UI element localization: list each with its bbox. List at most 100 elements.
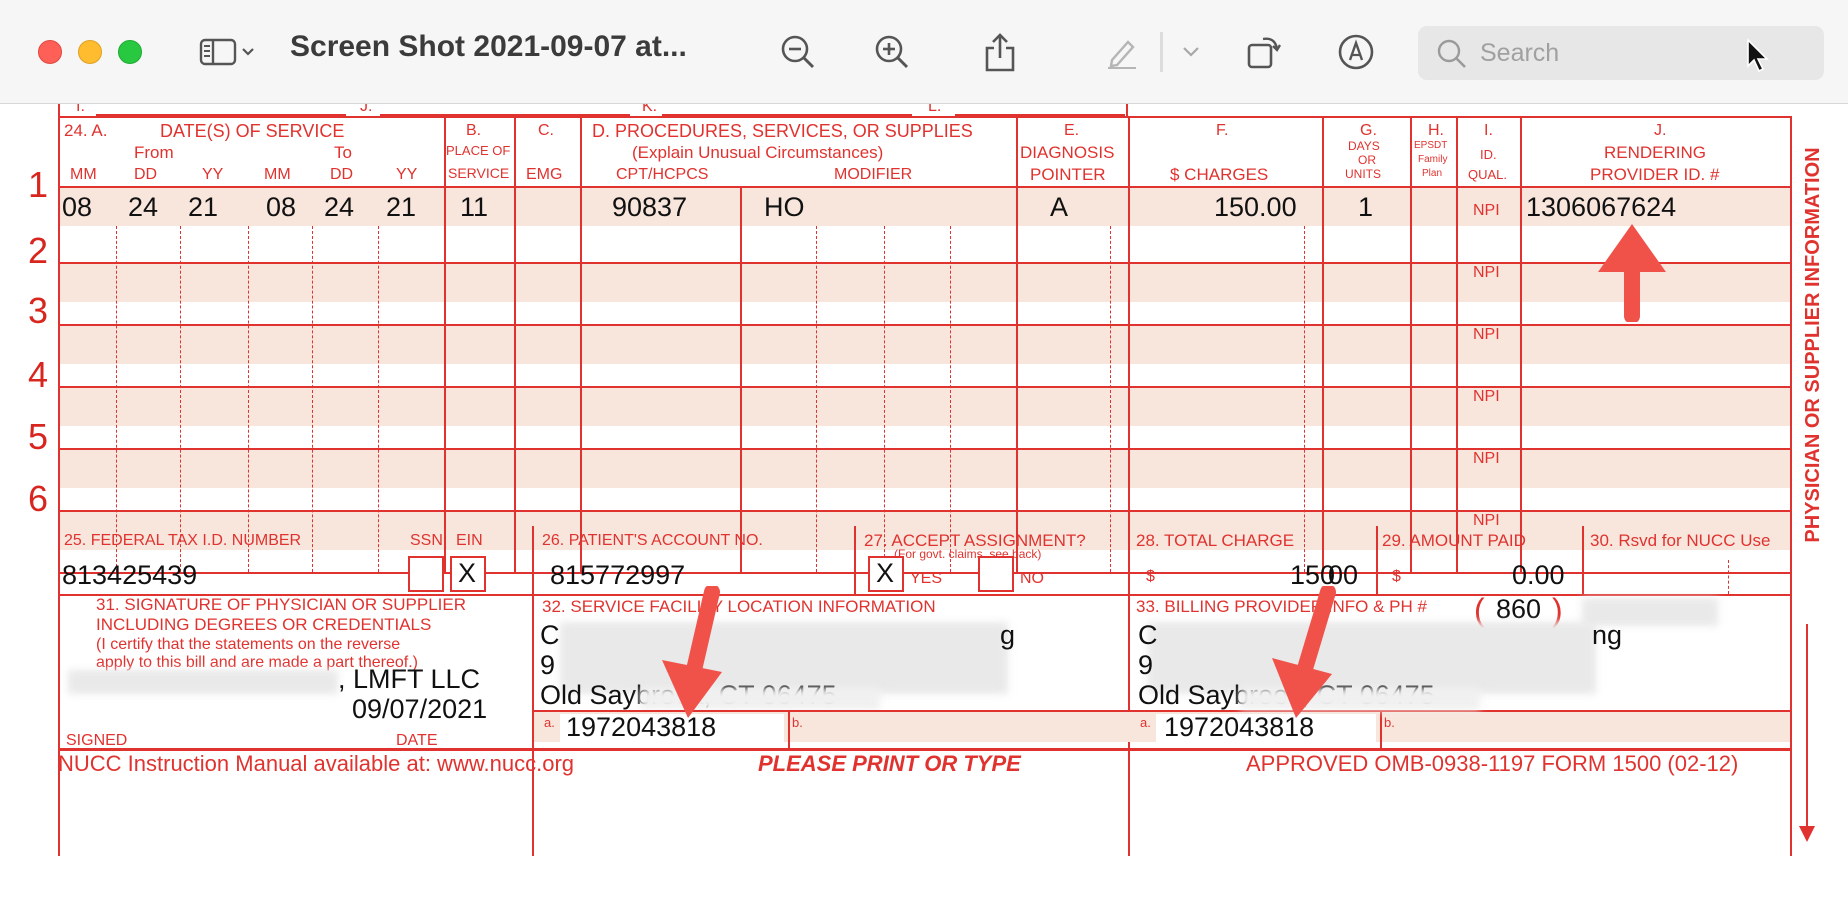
close-window-button[interactable]: [38, 40, 62, 64]
markup-icon: [1338, 34, 1374, 70]
footer-print: PLEASE PRINT OR TYPE: [758, 751, 1021, 776]
field31-label-1: 31. SIGNATURE OF PHYSICIAN OR SUPPLIER: [96, 595, 466, 614]
line1-modifier[interactable]: HO: [764, 192, 805, 223]
field31-label-3: (I certify that the statements on the re…: [96, 636, 401, 653]
zoom-out-button[interactable]: [776, 28, 820, 76]
line-number-3: 3: [28, 290, 49, 331]
col-i-sub1: ID.: [1480, 147, 1497, 162]
footer-approved: APPROVED OMB-0938-1197 FORM 1500 (02-12): [1246, 751, 1739, 776]
field-letter-i: I.: [76, 104, 85, 115]
col-c-sub: EMG: [526, 166, 563, 183]
field31-date-label: DATE: [396, 732, 438, 749]
col-h-sub2: Family: [1418, 154, 1448, 165]
footer-instruction: NUCC Instruction Manual available at: ww…: [58, 751, 575, 776]
line1-from-dd[interactable]: 24: [128, 192, 158, 223]
field29-label: 29. AMOUNT PAID: [1382, 531, 1526, 550]
zoom-in-icon: [875, 35, 909, 69]
col-mm-from: MM: [70, 166, 97, 183]
ssn-checkbox[interactable]: [408, 556, 444, 592]
line-number-2: 2: [28, 230, 49, 271]
field31-signed-label: SIGNED: [66, 732, 128, 749]
field28-label: 28. TOTAL CHARGE: [1136, 531, 1295, 550]
col-j-sub1: RENDERING: [1604, 143, 1707, 162]
side-arrow-icon: [1799, 826, 1815, 842]
col-cpt: CPT/HCPCS: [616, 166, 709, 183]
col-j: J.: [1654, 122, 1667, 139]
accept-yes-label: YES: [910, 570, 943, 587]
line1-units[interactable]: 1: [1358, 192, 1373, 223]
titlebar: Screen Shot 2021-09-07 at... Search: [0, 0, 1848, 104]
col-modifier: MODIFIER: [834, 166, 913, 183]
side-label: PHYSICIAN OR SUPPLIER INFORMATION: [1802, 147, 1824, 543]
ein-checkbox[interactable]: X: [450, 556, 486, 592]
line1-from-yy[interactable]: 21: [188, 192, 218, 223]
field25-value[interactable]: 813425439: [62, 560, 197, 591]
rotate-icon: [1247, 37, 1282, 69]
field-letter-j: J.: [360, 104, 373, 115]
col-b: B.: [466, 122, 482, 139]
minimize-window-button[interactable]: [78, 40, 102, 64]
field25-ein-label: EIN: [456, 532, 483, 549]
accept-no-label: NO: [1020, 570, 1044, 587]
field30-label: 30. Rsvd for NUCC Use: [1590, 531, 1771, 550]
field32-line1-end: g: [1000, 620, 1016, 650]
line-number-6: 6: [28, 478, 49, 519]
sidebar-toggle-button[interactable]: [196, 28, 260, 76]
line1-to-mm[interactable]: 08: [266, 192, 296, 223]
share-button[interactable]: [978, 28, 1022, 76]
line-5-shaded: [58, 448, 1790, 488]
col-e: E.: [1064, 122, 1080, 139]
field-letter-k: K.: [642, 104, 658, 115]
line1-place-of-service[interactable]: 11: [460, 192, 488, 223]
annotate-button[interactable]: [1334, 28, 1378, 76]
sidebar-icon: [199, 38, 254, 66]
line4-npi: NPI: [1473, 388, 1500, 405]
line1-from-mm[interactable]: 08: [62, 192, 92, 223]
annotation-arrow-billing-npi: [1272, 586, 1336, 718]
line1-qual: NPI: [1473, 202, 1500, 219]
line1-to-yy[interactable]: 21: [386, 192, 416, 223]
col-yy-to: YY: [396, 166, 418, 183]
line-number-5: 5: [28, 416, 49, 457]
col-g-sub3: UNITS: [1345, 167, 1381, 181]
field31-name[interactable]: , LMFT LLC: [338, 664, 480, 695]
line5-npi: NPI: [1473, 450, 1500, 467]
field26-label: 26. PATIENT'S ACCOUNT NO.: [542, 532, 763, 549]
line1-diagnosis-pointer[interactable]: A: [1050, 192, 1068, 223]
line-number-1: 1: [28, 164, 49, 205]
line3-npi: NPI: [1473, 326, 1500, 343]
line-4-shaded: [58, 386, 1790, 426]
zoom-window-button[interactable]: [118, 40, 142, 64]
field33b-label: b.: [1384, 715, 1395, 730]
preview-window: Screen Shot 2021-09-07 at... Search I. J…: [0, 0, 1848, 916]
col-24a-title: DATE(S) OF SERVICE: [160, 121, 345, 141]
accept-no-checkbox[interactable]: [978, 556, 1014, 592]
line-2-shaded: [58, 262, 1790, 302]
col-i: I.: [1484, 122, 1493, 139]
col-b-sub1: PLACE OF: [446, 143, 511, 158]
line2-npi: NPI: [1473, 264, 1500, 281]
field31-date[interactable]: 09/07/2021: [352, 694, 487, 725]
line1-cpt[interactable]: 90837: [612, 192, 687, 223]
zoom-in-button[interactable]: [870, 28, 914, 76]
col-e-sub1: DIAGNOSIS: [1020, 143, 1115, 162]
annotation-arrow-provider-id: [1598, 224, 1666, 322]
line1-to-dd[interactable]: 24: [324, 192, 354, 223]
line1-charges[interactable]: 150.00: [1214, 192, 1297, 223]
line1-provider-id[interactable]: 1306067624: [1526, 192, 1676, 223]
col-g: G.: [1360, 122, 1377, 139]
rotate-button[interactable]: [1242, 28, 1286, 76]
markup-options-button[interactable]: [1176, 28, 1206, 76]
field33-area-code[interactable]: 860: [1496, 594, 1541, 625]
field33-line1-end: ng: [1592, 620, 1623, 650]
accept-yes-checkbox[interactable]: X: [868, 556, 904, 592]
markup-pen-button[interactable]: [1100, 28, 1144, 76]
chevron-down-icon: [1183, 47, 1199, 57]
col-24a: 24. A.: [64, 121, 108, 140]
field29-value[interactable]: 0.00: [1512, 560, 1565, 591]
col-d-sub: (Explain Unusual Circumstances): [632, 143, 884, 162]
cms1500-form: I. J. K. L. 24. A. DATE(S) OF SERVICE Fr…: [0, 104, 1848, 916]
line-number-4: 4: [28, 354, 49, 395]
col-g-sub2: OR: [1358, 153, 1376, 167]
line6-npi: NPI: [1473, 512, 1500, 529]
